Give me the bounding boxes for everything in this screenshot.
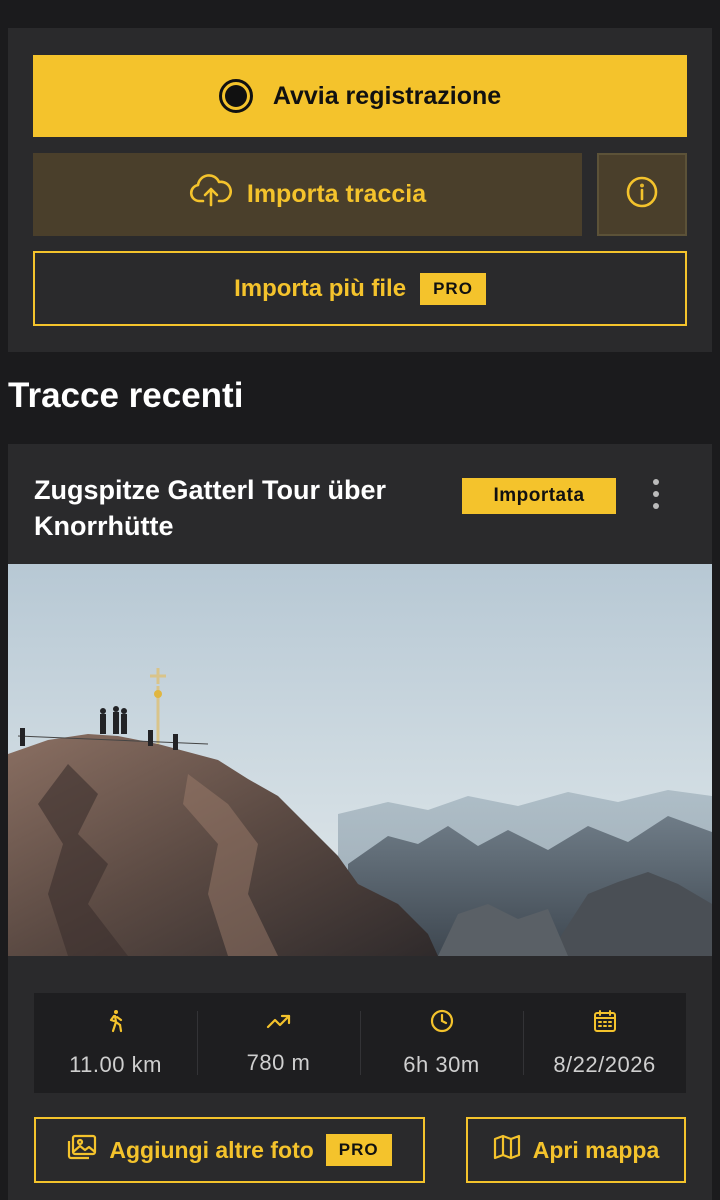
calendar-icon — [593, 1009, 617, 1038]
duration-stat: 6h 30m — [360, 993, 523, 1093]
more-options-button[interactable] — [638, 474, 674, 514]
track-stats-bar: 11.00 km 780 m 6h 30m 8/22/2026 — [34, 993, 686, 1093]
trending-up-icon — [266, 1011, 292, 1036]
import-multiple-files-button[interactable]: Importa più file PRO — [33, 251, 687, 326]
add-photos-label: Aggiungi altre foto — [109, 1136, 314, 1163]
pro-badge: PRO — [420, 272, 486, 305]
open-map-label: Apri mappa — [532, 1136, 660, 1163]
pro-badge: PRO — [325, 1134, 392, 1166]
recent-tracks-heading: Tracce recenti — [8, 376, 244, 415]
track-title: Zugspitze Gatterl Tour über Knorrhütte — [34, 475, 387, 541]
elevation-gain-value: 780 m — [246, 1049, 311, 1075]
clock-icon — [430, 1009, 454, 1038]
distance-value: 11.00 km — [69, 1051, 162, 1077]
info-button[interactable] — [597, 153, 687, 236]
record-icon — [218, 79, 253, 113]
info-icon — [625, 175, 659, 214]
track-card[interactable]: Zugspitze Gatterl Tour über Knorrhütte I… — [8, 444, 712, 1200]
distance-stat: 11.00 km — [34, 993, 197, 1093]
duration-value: 6h 30m — [403, 1051, 480, 1077]
hiker-icon — [105, 1009, 127, 1038]
mountain-summit-cross-photo[interactable] — [8, 564, 712, 956]
more-vertical-icon — [653, 479, 659, 485]
open-map-button[interactable]: Apri mappa — [466, 1117, 686, 1183]
image-icon — [67, 1134, 97, 1166]
add-photos-button[interactable]: Aggiungi altre foto PRO — [34, 1117, 425, 1183]
imported-status-badge: Importata — [462, 478, 616, 514]
date-value: 8/22/2026 — [553, 1051, 656, 1077]
import-track-label: Importa traccia — [246, 180, 427, 208]
import-multiple-files-label: Importa più file — [234, 274, 407, 302]
cloud-upload-icon — [189, 174, 233, 215]
elevation-gain-stat: 780 m — [197, 993, 360, 1093]
map-icon — [493, 1134, 521, 1166]
start-recording-button[interactable]: Avvia registrazione — [33, 55, 687, 137]
import-track-button[interactable]: Importa traccia — [33, 153, 582, 236]
date-stat: 8/22/2026 — [523, 993, 686, 1093]
start-recording-label: Avvia registrazione — [272, 81, 502, 110]
